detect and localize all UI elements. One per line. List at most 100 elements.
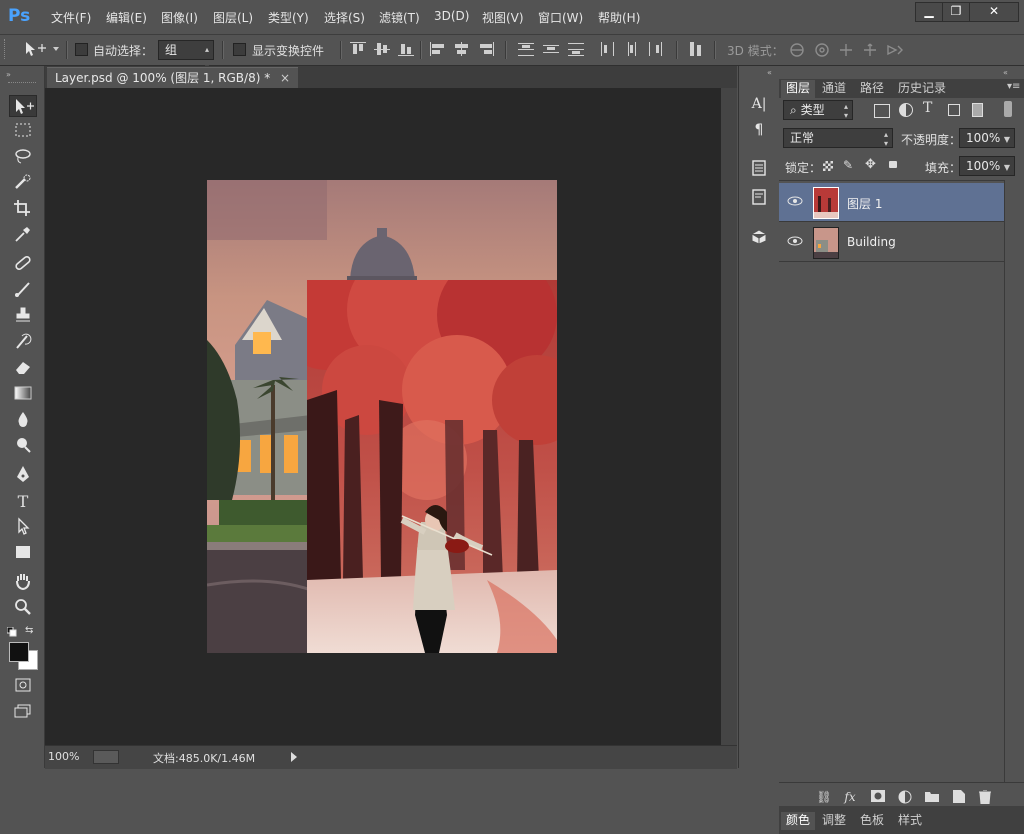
- menu-layer[interactable]: 图层(L): [213, 9, 253, 26]
- layer-row-building[interactable]: Building: [779, 223, 1004, 262]
- menu-3d[interactable]: 3D(D): [434, 9, 469, 23]
- menu-help[interactable]: 帮助(H): [598, 9, 640, 26]
- properties-panel-icon[interactable]: [748, 160, 770, 180]
- path-selection-tool-icon[interactable]: [9, 517, 37, 539]
- zoom-level[interactable]: 100%: [48, 750, 79, 763]
- distribute-bottom-icon[interactable]: [568, 42, 584, 56]
- filter-pixel-icon[interactable]: [874, 104, 890, 118]
- chevron-down-icon[interactable]: ▼: [1004, 131, 1010, 149]
- clone-stamp-tool-icon[interactable]: [9, 306, 37, 328]
- crop-tool-icon[interactable]: [9, 199, 37, 221]
- layer-list-scrollbar[interactable]: [1004, 180, 1024, 782]
- screen-mode-icon[interactable]: [9, 702, 37, 724]
- visibility-eye-icon[interactable]: [787, 195, 803, 207]
- menu-view[interactable]: 视图(V): [482, 9, 524, 26]
- panel-menu-icon[interactable]: ▾≡: [1007, 81, 1020, 92]
- zoom-tool-icon[interactable]: [9, 598, 37, 620]
- options-grip[interactable]: [4, 39, 8, 59]
- collapse-chevron-icon[interactable]: «: [1003, 68, 1008, 77]
- align-hcenter-icon[interactable]: [454, 42, 470, 56]
- character-panel-icon[interactable]: A|: [748, 94, 770, 114]
- lasso-tool-icon[interactable]: [9, 147, 37, 169]
- collapse-chevron-icon[interactable]: «: [767, 68, 772, 77]
- document-tab[interactable]: Layer.psd @ 100% (图层 1, RGB/8) * ×: [47, 67, 299, 89]
- history-brush-tool-icon[interactable]: [9, 332, 37, 354]
- minimize-button[interactable]: ▁: [915, 2, 943, 22]
- dodge-tool-icon[interactable]: [9, 436, 37, 458]
- tab-color[interactable]: 颜色: [781, 812, 816, 830]
- new-layer-icon[interactable]: [951, 790, 967, 804]
- blend-mode-dropdown[interactable]: 正常 ▴ ▾: [783, 128, 893, 148]
- swap-colors-icon[interactable]: ⇆: [25, 625, 37, 637]
- show-transform-checkbox[interactable]: [233, 43, 246, 56]
- layer-style-fx-icon[interactable]: fx: [842, 790, 858, 804]
- lock-position-icon[interactable]: ✥: [865, 157, 876, 172]
- visibility-eye-icon[interactable]: [787, 235, 803, 247]
- foreground-color-swatch[interactable]: [9, 642, 29, 662]
- tab-paths[interactable]: 路径: [855, 80, 889, 98]
- eraser-tool-icon[interactable]: [9, 358, 37, 380]
- brush-tool-icon[interactable]: [9, 280, 37, 302]
- type-tool-icon[interactable]: T: [9, 491, 37, 513]
- marquee-tool-icon[interactable]: [9, 121, 37, 143]
- blur-tool-icon[interactable]: [9, 410, 37, 432]
- add-mask-icon[interactable]: [870, 790, 886, 804]
- filter-toggle-icon[interactable]: [1004, 101, 1012, 117]
- fill-input[interactable]: 100% ▼: [959, 156, 1015, 176]
- healing-brush-tool-icon[interactable]: [9, 254, 37, 276]
- align-left-icon[interactable]: [430, 42, 446, 56]
- chevron-down-icon[interactable]: ▼: [1004, 159, 1010, 177]
- move-tool-preset-icon[interactable]: [22, 40, 62, 58]
- layer-1-image[interactable]: [307, 280, 557, 653]
- menu-filter[interactable]: 滤镜(T): [379, 9, 420, 26]
- pen-tool-icon[interactable]: [9, 465, 37, 487]
- tab-layers[interactable]: 图层: [781, 80, 816, 98]
- vertical-scrollbar[interactable]: [721, 88, 737, 745]
- maximize-button[interactable]: ❐: [942, 2, 970, 22]
- menu-select[interactable]: 选择(S): [324, 9, 365, 26]
- quick-selection-tool-icon[interactable]: [9, 173, 37, 195]
- hand-tool-icon[interactable]: [9, 572, 37, 594]
- paragraph-panel-icon[interactable]: ¶: [748, 120, 770, 140]
- tab-close-icon[interactable]: ×: [280, 71, 290, 85]
- tab-channels[interactable]: 通道: [817, 80, 851, 98]
- align-right-icon[interactable]: [478, 42, 494, 56]
- auto-align-icon[interactable]: [688, 42, 704, 56]
- 3d-panel-icon[interactable]: [748, 229, 770, 249]
- notes-panel-icon[interactable]: [748, 189, 770, 209]
- tab-history[interactable]: 历史记录: [893, 80, 951, 98]
- distribute-vcenter-icon[interactable]: [543, 42, 559, 56]
- move-tool-icon[interactable]: [9, 95, 37, 117]
- menu-window[interactable]: 窗口(W): [538, 9, 583, 26]
- layer-filter-dropdown[interactable]: ⌕ 类型 ▴ ▾: [783, 100, 853, 120]
- menu-file[interactable]: 文件(F): [51, 9, 91, 26]
- status-preview-icon[interactable]: [93, 750, 119, 764]
- align-vcenter-icon[interactable]: [374, 42, 390, 56]
- filter-shape-icon[interactable]: [948, 104, 960, 116]
- quick-mask-icon[interactable]: [9, 676, 37, 698]
- link-layers-icon[interactable]: ⛓: [816, 790, 832, 804]
- align-top-icon[interactable]: [350, 42, 366, 56]
- align-bottom-icon[interactable]: [398, 42, 414, 56]
- filter-smart-object-icon[interactable]: [972, 103, 983, 117]
- tab-swatches[interactable]: 色板: [855, 812, 889, 830]
- default-colors-icon[interactable]: [6, 626, 17, 637]
- new-group-folder-icon[interactable]: [924, 790, 940, 804]
- filter-adjustment-icon[interactable]: [899, 103, 913, 117]
- adjustment-layer-icon[interactable]: [897, 790, 913, 804]
- auto-select-dropdown[interactable]: 组 ▴▾: [158, 40, 214, 72]
- status-menu-arrow-icon[interactable]: [291, 752, 297, 762]
- rectangle-tool-icon[interactable]: [9, 543, 37, 565]
- menu-image[interactable]: 图像(I): [161, 9, 198, 26]
- collapse-chevron-icon[interactable]: »: [6, 70, 11, 79]
- delete-layer-trash-icon[interactable]: [977, 789, 993, 805]
- lock-all-icon[interactable]: [889, 161, 897, 168]
- toolbar-grip[interactable]: [8, 82, 36, 85]
- close-button[interactable]: ✕: [969, 2, 1019, 22]
- distribute-left-icon[interactable]: [600, 42, 616, 56]
- menu-type[interactable]: 类型(Y): [268, 9, 309, 26]
- distribute-top-icon[interactable]: [518, 42, 534, 56]
- opacity-input[interactable]: 100% ▼: [959, 128, 1015, 148]
- lock-transparent-icon[interactable]: [823, 161, 833, 171]
- filter-type-icon[interactable]: T: [923, 100, 932, 116]
